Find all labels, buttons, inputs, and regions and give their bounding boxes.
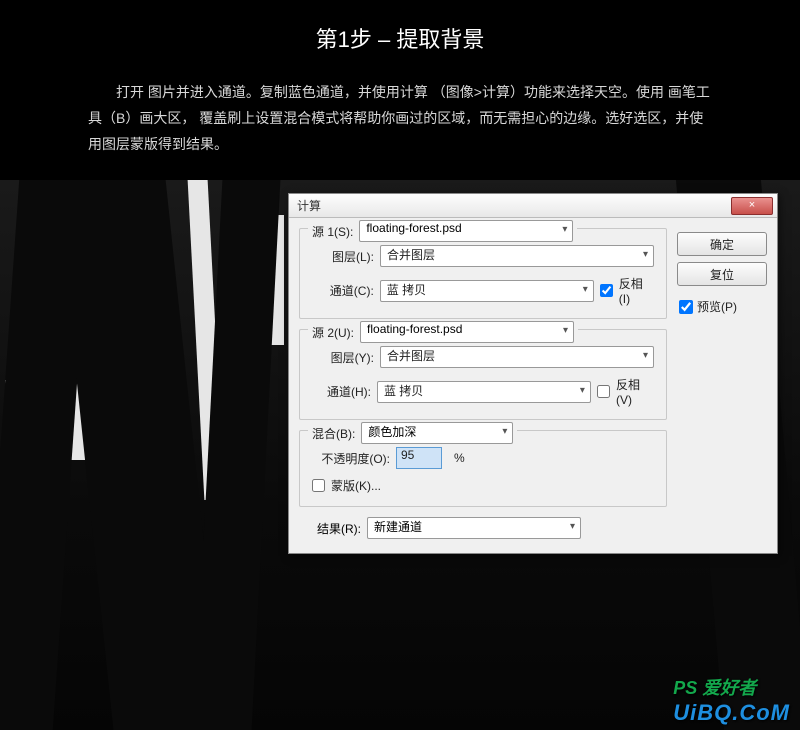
source2-channel-label: 通道(H): [312, 383, 371, 400]
preview-checkbox[interactable] [679, 300, 693, 314]
page-title: 第1步 – 提取背景 [0, 22, 800, 54]
mask-label: 蒙版(K)... [331, 477, 381, 494]
watermark: PS 爱好者 UiBQ.CoM [673, 674, 790, 726]
source1-file-select[interactable]: floating-forest.psd [359, 220, 573, 242]
blend-legend: 混合(B): [312, 425, 355, 442]
source1-invert-checkbox[interactable] [600, 284, 613, 297]
dialog-titlebar[interactable]: 计算 × [289, 194, 777, 218]
source2-group: 源 2(U): floating-forest.psd 图层(Y): 合并图层 … [299, 329, 667, 420]
blend-mode-select[interactable]: 颜色加深 [361, 422, 513, 444]
source2-layer-label: 图层(Y): [312, 349, 374, 366]
page-description: 打开 图片并进入通道。复制蓝色通道，并使用计算 （图像>计算）功能来选择天空。使… [0, 72, 800, 176]
source1-layer-label: 图层(L): [312, 248, 374, 265]
calculations-dialog: 计算 × 源 1(S): floating-forest.psd 图层(L): … [288, 193, 778, 554]
preview-label: 预览(P) [697, 298, 737, 315]
blend-group: 混合(B): 颜色加深 不透明度(O): 95 % 蒙版(K)... [299, 430, 667, 507]
opacity-input[interactable]: 95 [396, 447, 442, 469]
result-select[interactable]: 新建通道 [367, 517, 581, 539]
source2-layer-select[interactable]: 合并图层 [380, 346, 654, 368]
source1-invert-label: 反相(I) [619, 275, 654, 306]
mask-checkbox[interactable] [312, 479, 325, 492]
source2-legend: 源 2(U): [312, 324, 354, 341]
reset-button[interactable]: 复位 [677, 262, 767, 286]
source2-file-select[interactable]: floating-forest.psd [360, 321, 574, 343]
source1-legend: 源 1(S): [312, 223, 353, 240]
dialog-title: 计算 [297, 197, 731, 214]
opacity-label: 不透明度(O): [312, 450, 390, 467]
percent-sign: % [454, 451, 465, 465]
preview-row[interactable]: 预览(P) [677, 298, 767, 315]
result-label: 结果(R): [317, 520, 361, 537]
source1-channel-label: 通道(C): [312, 282, 374, 299]
source1-group: 源 1(S): floating-forest.psd 图层(L): 合并图层 … [299, 228, 667, 319]
ok-button[interactable]: 确定 [677, 232, 767, 256]
source2-channel-select[interactable]: 蓝 拷贝 [377, 381, 591, 403]
source2-invert-checkbox[interactable] [597, 385, 610, 398]
source1-channel-select[interactable]: 蓝 拷贝 [380, 280, 594, 302]
source1-layer-select[interactable]: 合并图层 [380, 245, 654, 267]
close-button[interactable]: × [731, 197, 773, 215]
source2-invert-label: 反相(V) [616, 376, 654, 407]
